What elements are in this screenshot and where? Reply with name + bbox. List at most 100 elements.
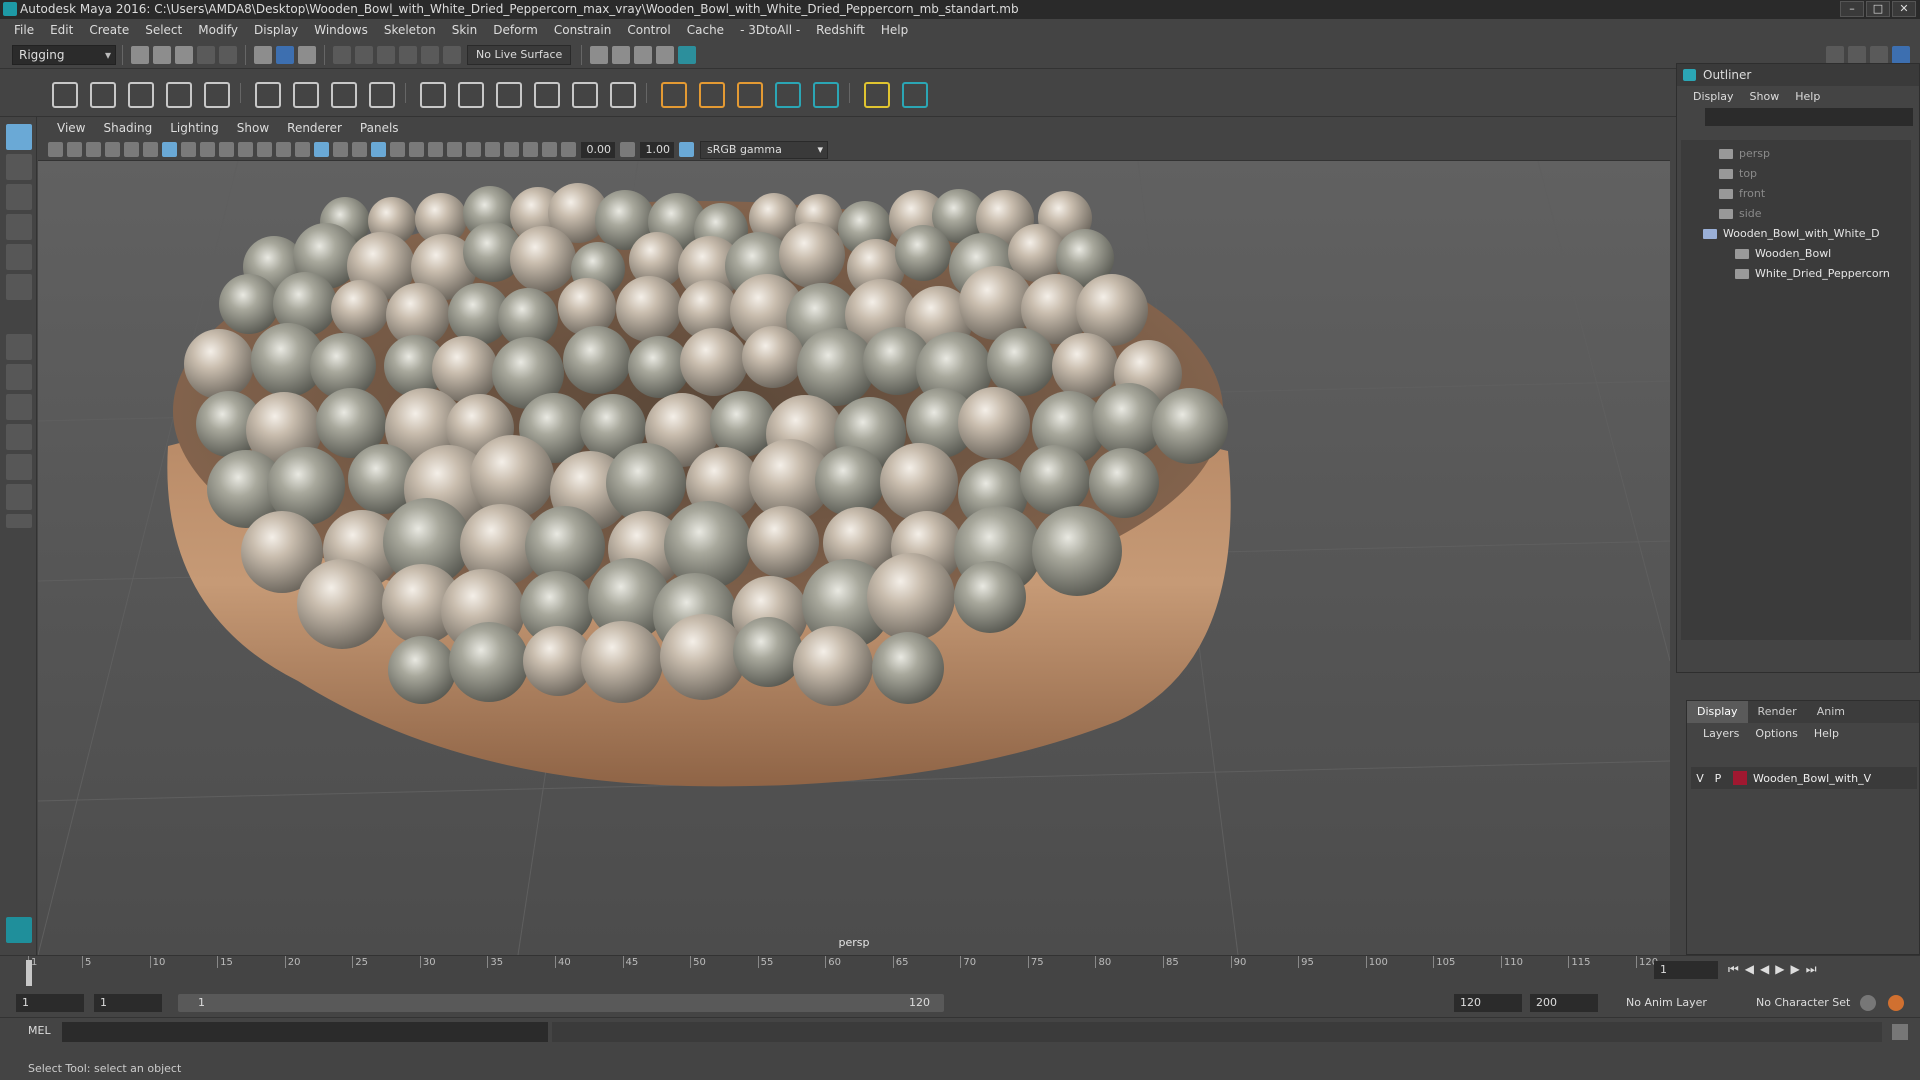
- panel-menu-view[interactable]: View: [48, 121, 94, 135]
- menu-create[interactable]: Create: [81, 19, 137, 41]
- xray-components-icon[interactable]: [542, 142, 557, 157]
- ik-handle-icon[interactable]: [86, 78, 116, 108]
- detach-skin-icon[interactable]: [606, 78, 636, 108]
- layer-menu-layers[interactable]: Layers: [1695, 727, 1747, 740]
- default-lighting-icon[interactable]: [333, 142, 348, 157]
- field-chart-icon[interactable]: [238, 142, 253, 157]
- mel-input[interactable]: [62, 1022, 548, 1042]
- camera-attributes-icon[interactable]: [67, 142, 82, 157]
- point-constraint-icon[interactable]: [733, 78, 763, 108]
- anim-preferences-icon[interactable]: [1888, 995, 1904, 1011]
- layer-row[interactable]: V P Wooden_Bowl_with_V: [1691, 767, 1917, 789]
- outliner-item-front[interactable]: front: [1719, 184, 1765, 204]
- outliner-menu-display[interactable]: Display: [1685, 90, 1742, 103]
- persp-graph-layout-icon[interactable]: [6, 424, 32, 450]
- character-set-dropdown[interactable]: No Character Set: [1750, 994, 1868, 1012]
- persp-outliner-layout-icon[interactable]: [6, 394, 32, 420]
- current-frame-field[interactable]: 1: [1654, 961, 1718, 979]
- layer-menu-help[interactable]: Help: [1806, 727, 1847, 740]
- auto-key-icon[interactable]: [1860, 995, 1876, 1011]
- toolbox-expand-icon[interactable]: [6, 514, 32, 528]
- image-plane-icon[interactable]: [105, 142, 120, 157]
- lasso-tool-icon[interactable]: [6, 154, 32, 180]
- start-time-field[interactable]: 1: [16, 994, 84, 1012]
- lattice-icon[interactable]: [251, 78, 281, 108]
- menuset-dropdown[interactable]: Rigging: [12, 44, 116, 65]
- grid-toggle-icon[interactable]: [162, 142, 177, 157]
- select-hierarchy-icon[interactable]: [254, 45, 272, 64]
- snap-view-icon[interactable]: [443, 45, 461, 64]
- ipr-render-icon[interactable]: [612, 45, 631, 64]
- xray-joints-icon[interactable]: [523, 142, 538, 157]
- aim-constraint-icon[interactable]: [695, 78, 725, 108]
- locator-icon[interactable]: [657, 78, 687, 108]
- playback-start-field[interactable]: 1: [94, 994, 162, 1012]
- single-perspective-layout-icon[interactable]: [6, 334, 32, 360]
- outliner-menu-show[interactable]: Show: [1742, 90, 1788, 103]
- isolate-select-icon[interactable]: [485, 142, 500, 157]
- gate-mask-icon[interactable]: [219, 142, 234, 157]
- outliner-item-top[interactable]: top: [1719, 164, 1757, 184]
- redshift-render-icon[interactable]: [678, 45, 697, 64]
- outliner-item-group[interactable]: Wooden_Bowl_with_White_D: [1703, 224, 1880, 244]
- menu-display[interactable]: Display: [246, 19, 306, 41]
- paint-weights-icon[interactable]: [492, 78, 522, 108]
- scene-view[interactable]: persp: [37, 160, 1671, 956]
- outliner-search-input[interactable]: [1705, 108, 1913, 126]
- smooth-bind-icon[interactable]: [454, 78, 484, 108]
- end-time-field[interactable]: 200: [1530, 994, 1598, 1012]
- move-tool-icon[interactable]: [6, 214, 32, 240]
- select-camera-icon[interactable]: [48, 142, 63, 157]
- minimize-button[interactable]: –: [1840, 1, 1864, 17]
- maximize-button[interactable]: □: [1866, 1, 1890, 17]
- playback-end-field[interactable]: 120: [1454, 994, 1522, 1012]
- safe-title-icon[interactable]: [276, 142, 291, 157]
- ik-spline-icon[interactable]: [124, 78, 154, 108]
- perspective-viewport[interactable]: View Shading Lighting Show Renderer Pane…: [37, 117, 1671, 956]
- panel-menu-shading[interactable]: Shading: [94, 121, 161, 135]
- bookmark-icon[interactable]: [86, 142, 101, 157]
- paint-select-tool-icon[interactable]: [6, 184, 32, 210]
- live-surface-field[interactable]: No Live Surface: [467, 44, 572, 65]
- render-frame-icon[interactable]: [590, 45, 609, 64]
- toggle-tool-settings-icon[interactable]: [1870, 45, 1888, 64]
- anim-layer-dropdown[interactable]: No Anim Layer: [1620, 994, 1738, 1012]
- use-all-lights-icon[interactable]: [390, 142, 405, 157]
- gamma-icon[interactable]: [620, 142, 635, 157]
- script-editor-icon[interactable]: [1892, 1024, 1908, 1040]
- exposure-field[interactable]: 0.00: [581, 141, 615, 158]
- hik-character-icon[interactable]: [771, 78, 801, 108]
- outliner-menu-help[interactable]: Help: [1787, 90, 1828, 103]
- menu-help[interactable]: Help: [873, 19, 916, 41]
- layer-color-swatch[interactable]: [1733, 771, 1747, 785]
- select-object-icon[interactable]: [276, 45, 294, 64]
- outliner-item-side[interactable]: side: [1719, 204, 1762, 224]
- safe-action-icon[interactable]: [257, 142, 272, 157]
- menu-skin[interactable]: Skin: [444, 19, 486, 41]
- snap-surface-icon[interactable]: [421, 45, 439, 64]
- layer-playback-toggle[interactable]: P: [1709, 772, 1727, 785]
- four-view-layout-icon[interactable]: [6, 364, 32, 390]
- persp-hypershade-layout-icon[interactable]: [6, 454, 32, 480]
- depth-of-field-icon[interactable]: [466, 142, 481, 157]
- menu-skeleton[interactable]: Skeleton: [376, 19, 444, 41]
- panel-menu-lighting[interactable]: Lighting: [161, 121, 228, 135]
- toggle-modeling-toolkit-icon[interactable]: [1826, 45, 1844, 64]
- snap-grid-icon[interactable]: [333, 45, 351, 64]
- outliner-item-peppercorn[interactable]: White_Dried_Peppercorn: [1735, 264, 1890, 284]
- open-scene-icon[interactable]: [153, 45, 171, 64]
- joint-tool-icon[interactable]: [48, 78, 78, 108]
- exposure-icon[interactable]: [561, 142, 576, 157]
- wrap-icon[interactable]: [327, 78, 357, 108]
- smooth-shade-icon[interactable]: [314, 142, 329, 157]
- wireframe-icon[interactable]: [295, 142, 310, 157]
- close-button[interactable]: ✕: [1892, 1, 1916, 17]
- playback-controls[interactable]: ⏮◀◀▶▶⏭: [1728, 962, 1823, 977]
- menu-control[interactable]: Control: [619, 19, 678, 41]
- select-tool-icon[interactable]: [6, 124, 32, 150]
- menu-3dtoall[interactable]: - 3DtoAll -: [732, 19, 808, 41]
- resolution-gate-icon[interactable]: [200, 142, 215, 157]
- redo-icon[interactable]: [219, 45, 237, 64]
- toggle-attribute-editor-icon[interactable]: [1848, 45, 1866, 64]
- interactive-bind-icon[interactable]: [568, 78, 598, 108]
